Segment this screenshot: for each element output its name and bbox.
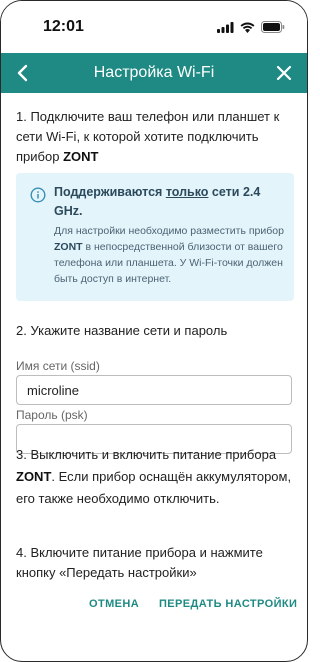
info-brand: ZONT [54,241,83,253]
page-title: Настройка Wi-Fi [93,64,215,81]
info-body: Для настройки необходимо разместить приб… [54,225,284,285]
status-bar: 12:01 [1,1,307,53]
step-2-text: 2. Укажите название сети и пароль [16,323,228,338]
ssid-label: Имя сети (ssid) [16,359,100,373]
wifi-icon [240,22,255,33]
psk-label: Пароль (psk) [16,408,88,422]
step-3-text: 3. Выключить и включить питание прибора … [16,447,292,506]
app-bar: Настройка Wi-Fi [1,53,307,93]
status-icons [217,21,285,33]
battery-icon [261,21,285,33]
status-time: 12:01 [43,18,84,35]
close-icon[interactable] [273,62,295,84]
submit-settings-button[interactable]: ПЕРЕДАТЬ НАСТРОЙКИ [159,598,297,610]
step-3-brand: ZONT [16,469,52,484]
info-box: Поддерживаются только сети 2.4 GHz. Для … [16,173,294,301]
step-1-text: 1. Подключите ваш телефон или планшет к … [16,109,280,164]
ssid-input[interactable] [16,375,292,405]
info-only-link[interactable]: только [166,185,209,199]
dialog-actions: ОТМЕНА ПЕРЕДАТЬ НАСТРОЙКИ [1,598,307,618]
step-4-text: 4. Включите питание прибора и нажмите кн… [16,545,263,580]
signal-icon [217,21,234,33]
cancel-button[interactable]: ОТМЕНА [89,598,139,610]
info-heading: Поддерживаются только сети 2.4 GHz. [54,185,261,218]
info-icon [30,187,46,203]
brand-zont: ZONT [63,149,99,164]
phone-frame: 12:01 Настройка Wi-Fi 1. Подключите ваш … [0,0,308,662]
